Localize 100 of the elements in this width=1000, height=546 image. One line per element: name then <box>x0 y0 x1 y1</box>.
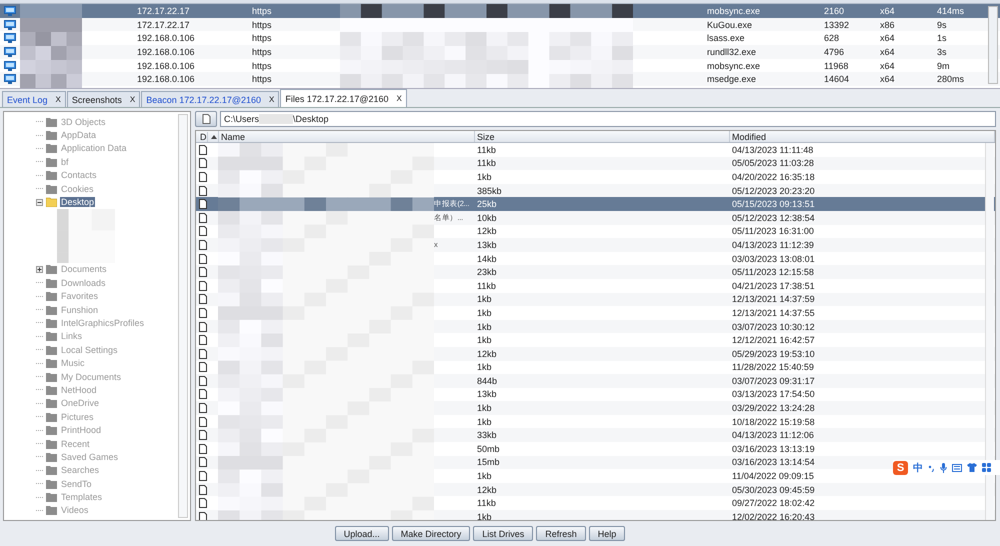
session-row[interactable]: 192.168.0.106 https mobsync.exe 11968 x64 9m <box>0 58 1000 72</box>
folder-icon <box>46 465 57 476</box>
file-icon <box>199 294 207 304</box>
table-cell-text: 172.17.22.17 <box>137 20 191 30</box>
sort-arrow-icon[interactable] <box>210 134 216 138</box>
grid-icon[interactable] <box>982 463 991 472</box>
column-header[interactable]: Name <box>219 131 475 142</box>
table-cell-text: https <box>252 60 273 71</box>
folder-icon <box>46 143 57 154</box>
table-cell: 03/16/2023 13:13:19 <box>732 444 815 454</box>
tab[interactable]: Files 172.17.22.17@2160 X <box>280 89 407 107</box>
folder-icon <box>46 184 57 194</box>
table-cell-text: x64 <box>880 46 896 57</box>
file-icon <box>199 335 207 346</box>
folder-icon <box>46 372 57 382</box>
folder-icon <box>46 156 57 167</box>
file-icon <box>199 389 207 400</box>
table-cell-text: 12kb <box>476 484 498 495</box>
folder-icon <box>46 505 57 516</box>
table-cell-text: 1kb <box>476 308 493 318</box>
file-row[interactable]: 1kb 12/12/2021 16:42:57 <box>196 333 995 347</box>
file-row[interactable]: 50mb 03/16/2023 13:13:19 <box>196 442 995 456</box>
table-cell-text: 50mb <box>476 444 501 454</box>
file-row[interactable]: 11kb 04/13/2023 11:11:48 <box>196 143 995 157</box>
table-cell: 03/16/2023 13:14:54 <box>732 457 815 468</box>
file-row[interactable]: 1kb 10/18/2022 15:19:58 <box>196 414 995 428</box>
folder-icon <box>46 331 57 342</box>
toolbar-button[interactable]: Refresh <box>536 526 586 541</box>
file-icon <box>199 376 207 386</box>
table-cell-text: 1kb <box>476 512 493 520</box>
file-icon <box>199 484 207 495</box>
toolbar-button[interactable]: Upload... <box>334 526 389 541</box>
tree-item[interactable]: Desktop <box>60 197 96 208</box>
file-icon <box>199 186 207 196</box>
scrollbar[interactable] <box>988 6 998 84</box>
table-cell: 03/29/2022 13:24:28 <box>732 403 815 414</box>
microphone-icon[interactable] <box>940 462 947 472</box>
expand-icon[interactable] <box>36 266 43 273</box>
folder-icon <box>46 116 57 127</box>
computer-icon <box>4 20 16 30</box>
file-row[interactable]: 1kb 12/13/2021 14:37:55 <box>196 306 995 320</box>
table-cell-text: x64 <box>880 33 896 44</box>
table-cell-text: 192.168.0.106 <box>137 74 196 84</box>
folder-up-button[interactable] <box>195 111 217 127</box>
file-icon <box>199 254 207 264</box>
table-cell-text: 192.168.0.106 <box>137 60 196 71</box>
folder-icon <box>46 291 57 302</box>
file-icon <box>199 348 207 359</box>
table-cell-text: 1kb <box>476 471 493 482</box>
file-row[interactable]: 12kb 05/11/2023 16:31:00 <box>196 224 995 238</box>
computer-icon <box>4 74 16 84</box>
scrollbar[interactable] <box>985 143 994 520</box>
toolbar-button[interactable]: Help <box>588 526 626 541</box>
table-cell-text: rundll32.exe <box>707 46 758 57</box>
table-cell: 05/11/2023 12:15:58 <box>732 267 814 278</box>
file-row[interactable]: 1kb 11/28/2022 15:40:59 <box>196 360 995 374</box>
keyboard-icon[interactable] <box>952 464 962 472</box>
table-cell-text: 1kb <box>476 294 493 304</box>
table-cell: 04/20/2022 16:35:18 <box>732 172 815 182</box>
table-cell-text: 14kb <box>476 254 498 264</box>
table-cell-text: 192.168.0.106 <box>137 33 196 44</box>
table-cell-text: 3s <box>937 46 948 57</box>
toolbar-button[interactable]: List Drives <box>473 526 534 541</box>
table-cell-text: https <box>252 46 273 57</box>
table-cell-text: 192.168.0.106 <box>137 46 196 57</box>
path-field[interactable]: C:\Users \Desktop <box>220 111 996 127</box>
folder-icon <box>46 197 57 208</box>
file-icon <box>199 430 207 440</box>
file-row[interactable]: 11kb 04/21/2023 17:38:51 <box>196 278 995 293</box>
collapse-icon[interactable] <box>36 198 43 206</box>
column-header[interactable]: Size <box>475 131 730 142</box>
tab[interactable]: Screenshots X <box>66 91 140 107</box>
table-cell-text: 23kb <box>476 267 498 278</box>
file-row[interactable]: 11kb 09/27/2022 18:02:42 <box>196 496 995 510</box>
table-cell-text: 628 <box>824 33 840 44</box>
shirt-icon[interactable] <box>967 463 977 472</box>
punctuation-icon[interactable] <box>928 464 935 472</box>
scrollbar[interactable] <box>178 114 188 518</box>
table-cell: 12/13/2021 14:37:55 <box>732 308 815 318</box>
folder-icon <box>46 344 57 355</box>
tab[interactable]: Beacon 172.17.22.17@2160 X <box>141 91 280 107</box>
file-row[interactable]: 13kb 03/13/2023 17:54:50 <box>196 388 995 402</box>
tab[interactable]: Event Log X <box>2 91 66 107</box>
table-cell: 12/02/2022 16:20:43 <box>732 512 815 520</box>
close-button[interactable]: X <box>56 95 61 104</box>
close-button[interactable]: X <box>268 95 274 104</box>
file-row[interactable]: 14kb 03/03/2023 13:08:01 <box>196 252 995 266</box>
table-cell-text: 2160 <box>824 6 846 16</box>
column-header[interactable]: Modified <box>730 131 995 142</box>
file-icon <box>199 267 207 278</box>
close-button[interactable]: X <box>396 94 402 103</box>
session-row[interactable]: 192.168.0.106 https lsass.exe 628 x64 1s <box>0 31 1000 46</box>
folder-icon <box>46 278 57 288</box>
column-header[interactable]: D <box>198 132 208 142</box>
folder-icon <box>46 478 57 489</box>
close-button[interactable]: X <box>130 95 136 104</box>
toolbar-button[interactable]: Make Directory <box>392 526 470 541</box>
table-cell-text: 4796 <box>824 46 846 57</box>
file-row[interactable]: 1kb 04/20/2022 16:35:18 <box>196 170 995 184</box>
table-cell: 04/13/2023 11:12:06 <box>732 430 814 440</box>
